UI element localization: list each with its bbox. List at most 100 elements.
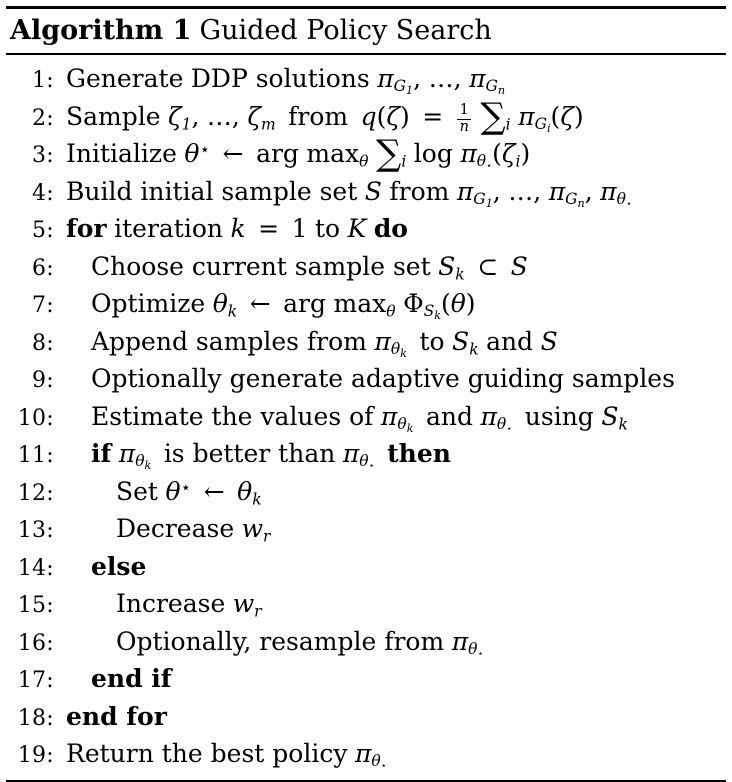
line-content: Sample ζ1,…, ζm from q(ζ) = 1 n ∑i πGi(ζ) — [54, 95, 584, 137]
ellipsis: … — [508, 176, 534, 206]
step-text: and — [425, 401, 473, 431]
bottom-rule — [6, 779, 726, 782]
step-text: Sample — [66, 101, 161, 131]
ellipsis: … — [206, 101, 232, 131]
summation-symbol: ∑ — [480, 95, 506, 137]
zeta-symbol: ζ — [168, 101, 182, 131]
subscript-k: k — [252, 489, 262, 508]
algorithm-line: 18: end for — [6, 699, 726, 737]
subscript-k: k — [434, 309, 441, 323]
line-number: 10: — [17, 405, 54, 431]
theta-symbol: θ — [135, 452, 145, 471]
line-content: Set θ⋆ ← θk — [54, 474, 262, 510]
cal-s-symbol: S — [601, 401, 619, 431]
line-number: 2: — [31, 105, 54, 131]
rparen: ) — [399, 101, 410, 131]
zeta-symbol: ζ — [560, 101, 574, 131]
theta-symbol: θ — [476, 152, 487, 171]
rparen: ) — [573, 101, 584, 131]
ellipsis: … — [428, 64, 454, 93]
number-one: 1 — [291, 214, 308, 243]
w-symbol: w — [232, 589, 255, 618]
pi-symbol: π — [380, 401, 398, 431]
theta-symbol: θ — [184, 139, 200, 168]
comma: , — [492, 176, 501, 206]
pi-symbol: π — [456, 176, 474, 206]
keyword-for: for — [66, 214, 107, 243]
arg-operator: arg — [283, 289, 326, 318]
equals-symbol: = — [422, 101, 444, 131]
pi-symbol: π — [374, 326, 391, 356]
subscript-n: n — [577, 196, 585, 210]
subset-symbol: ⊂ — [477, 251, 499, 281]
line-content: Optionally, resample from πθ⋆ — [54, 624, 483, 660]
line-number: 15: — [17, 593, 54, 618]
max-operator: max — [306, 139, 360, 168]
theta-symbol: θ — [616, 189, 626, 208]
cal-g-symbol: G — [565, 189, 578, 208]
cal-g-symbol: G — [473, 189, 486, 208]
step-text: to — [419, 326, 445, 356]
algorithm-title: Algorithm 1 Guided Policy Search — [6, 9, 726, 53]
algorithm-block: Algorithm 1 Guided Policy Search 1: Gener… — [0, 6, 732, 782]
step-text: Build initial sample set — [66, 176, 358, 206]
cal-s-symbol: S — [540, 326, 558, 356]
step-text: iteration — [114, 214, 223, 243]
line-content: Optionally generate adaptive guiding sam… — [54, 361, 675, 397]
line-content: else — [54, 549, 146, 585]
step-text: Increase — [116, 589, 226, 618]
keyword-if: if — [91, 439, 112, 468]
theta-symbol: θ — [359, 452, 369, 471]
step-text: is better than — [163, 439, 336, 468]
comma: , — [191, 101, 200, 131]
w-symbol: w — [241, 514, 264, 543]
pi-symbol: π — [377, 64, 394, 93]
max-operator: max — [333, 289, 387, 318]
step-text: Decrease — [116, 514, 235, 543]
algorithm-line: 12: Set θ⋆ ← θk — [6, 474, 726, 512]
star-symbol: ⋆ — [368, 461, 375, 473]
comma: , — [533, 176, 542, 206]
lparen: ( — [550, 101, 561, 131]
comma: , — [584, 176, 593, 206]
theta-symbol: θ — [397, 414, 407, 433]
line-number: 5: — [31, 218, 54, 243]
pi-symbol: π — [460, 139, 477, 168]
line-number: 13: — [17, 518, 54, 543]
algorithm-line: 17: end if — [6, 661, 726, 699]
step-text: and — [486, 326, 534, 356]
subscript-1: 1 — [485, 196, 493, 210]
pi-symbol: π — [600, 176, 617, 206]
zeta-symbol: ζ — [247, 101, 261, 131]
cal-s-symbol: S — [452, 326, 470, 356]
subscript-1: 1 — [181, 114, 192, 133]
step-text: Optionally, resample from — [116, 626, 445, 656]
subscript-r: r — [254, 602, 262, 621]
cal-g-symbol: G — [485, 77, 498, 96]
step-text: to — [315, 214, 341, 243]
pi-symbol: π — [480, 401, 497, 431]
algorithm-line: 16: Optionally, resample from πθ⋆ — [6, 624, 726, 662]
lparen: ( — [492, 139, 502, 168]
line-number: 8: — [31, 330, 54, 356]
line-number: 17: — [17, 668, 54, 693]
line-content: Return the best policy πθ⋆ — [54, 736, 387, 772]
algorithm-line: 13: Decrease wr — [6, 511, 726, 549]
line-number: 4: — [31, 180, 54, 206]
line-number: 18: — [17, 705, 54, 731]
subscript-k: k — [144, 459, 152, 473]
step-text: Generate — [66, 64, 184, 93]
keyword-end-if: end if — [91, 664, 172, 693]
step-text: Estimate the values of — [91, 401, 374, 431]
theta-symbol: θ — [237, 476, 253, 506]
keyword-do: do — [373, 214, 408, 243]
step-text: using — [524, 401, 594, 431]
cal-s-symbol: S — [423, 302, 435, 321]
algorithm-caption: Guided Policy Search — [199, 15, 492, 46]
cal-s-symbol: S — [438, 251, 456, 281]
lparen: ( — [376, 101, 387, 131]
step-text: Optionally generate adaptive guiding sam… — [91, 364, 675, 393]
zeta-symbol: ζ — [501, 139, 516, 168]
star-symbol: ⋆ — [199, 139, 211, 160]
pi-symbol: π — [118, 439, 136, 468]
